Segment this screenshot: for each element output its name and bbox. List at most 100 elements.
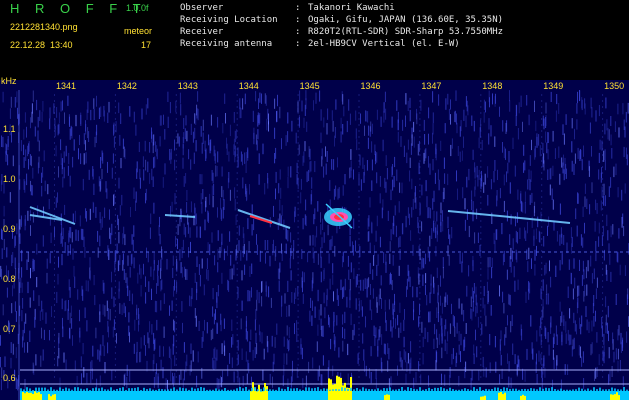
noise-dot (611, 366, 613, 377)
noise-dot (152, 176, 154, 187)
noise-dot (202, 331, 204, 342)
amplitude-noise (290, 388, 292, 391)
noise-dot (110, 232, 112, 245)
noise-dot (42, 349, 44, 361)
noise-dot (494, 240, 496, 252)
noise-dot (454, 110, 456, 123)
noise-dot (275, 147, 277, 159)
noise-dot (393, 317, 394, 328)
time-gridline (54, 328, 55, 330)
time-gridline (175, 274, 177, 276)
time-gridline (114, 196, 116, 198)
noise-dot (183, 342, 185, 353)
noise-dot (527, 179, 529, 190)
time-gridline (541, 316, 543, 318)
noise-dot (99, 375, 101, 387)
time-gridline (54, 274, 55, 276)
amplitude-noise (509, 388, 511, 391)
amplitude-noise (485, 388, 487, 391)
noise-dot (31, 155, 32, 167)
noise-dot (327, 224, 329, 236)
time-gridline (480, 340, 482, 342)
noise-dot (10, 357, 12, 369)
noise-dot (190, 201, 192, 213)
noise-dot (200, 193, 202, 205)
time-gridline (602, 106, 604, 108)
time-gridline (54, 118, 55, 120)
noise-dot (229, 189, 231, 201)
noise-dot (529, 282, 531, 294)
noise-dot (257, 115, 259, 127)
noise-dot (337, 295, 339, 306)
noise-dot (595, 199, 597, 211)
noise-dot (4, 356, 6, 367)
noise-dot (377, 254, 379, 266)
time-gridline (54, 220, 55, 222)
noise-dot (212, 328, 214, 339)
noise-dot (74, 360, 76, 371)
time-gridline (54, 262, 55, 264)
noise-dot (109, 309, 111, 321)
noise-dot (413, 121, 415, 133)
noise-dot (325, 146, 326, 157)
noise-dot (472, 201, 474, 213)
noise-dot (279, 213, 281, 224)
noise-dot (3, 205, 5, 217)
noise-dot (517, 189, 519, 200)
noise-dot (277, 94, 278, 107)
time-gridline (297, 286, 299, 288)
noise-dot (76, 375, 78, 387)
amplitude-noise (305, 387, 307, 391)
noise-dot (130, 254, 132, 266)
noise-dot (132, 239, 134, 252)
noise-dot (268, 121, 269, 132)
amplitude-noise (299, 389, 301, 391)
time-gridline (175, 352, 177, 354)
noise-dot (556, 231, 558, 242)
noise-dot (86, 372, 88, 384)
time-gridline (602, 328, 604, 330)
noise-dot (352, 329, 354, 340)
noise-dot (229, 124, 231, 137)
noise-dot (371, 222, 373, 234)
noise-dot (412, 244, 414, 256)
noise-dot (11, 254, 13, 267)
noise-dot (74, 276, 76, 288)
noise-dot (201, 174, 203, 185)
noise-dot (95, 206, 97, 218)
amplitude-noise (482, 390, 484, 391)
noise-dot (128, 312, 130, 323)
noise-dot (293, 292, 295, 304)
noise-dot (208, 134, 210, 146)
noise-dot (390, 320, 392, 332)
noise-dot (267, 108, 269, 120)
noise-dot (135, 200, 136, 211)
noise-dot (259, 92, 261, 103)
noise-dot (383, 102, 385, 113)
noise-dot (355, 110, 357, 121)
noise-dot (344, 174, 346, 185)
noise-dot (348, 99, 350, 111)
noise-dot (384, 91, 386, 103)
time-gridline (541, 172, 543, 174)
amplitude-noise (125, 389, 127, 391)
amplitude-noise (191, 387, 193, 391)
noise-dot (169, 149, 171, 161)
time-gridline (602, 136, 604, 138)
noise-dot (111, 370, 113, 381)
noise-dot (310, 297, 312, 308)
meteor-trace (447, 210, 521, 219)
noise-dot (596, 277, 598, 288)
noise-dot (433, 282, 435, 294)
noise-dot (47, 184, 49, 195)
noise-dot (344, 278, 346, 291)
time-gridline (480, 136, 482, 138)
noise-dot (30, 268, 31, 279)
noise-dot (21, 310, 23, 322)
noise-dot (464, 198, 466, 210)
noise-dot (282, 375, 284, 387)
amplitude-noise (152, 389, 154, 391)
noise-dot (37, 116, 39, 128)
time-gridline (358, 214, 360, 216)
time-gridline (54, 268, 55, 270)
